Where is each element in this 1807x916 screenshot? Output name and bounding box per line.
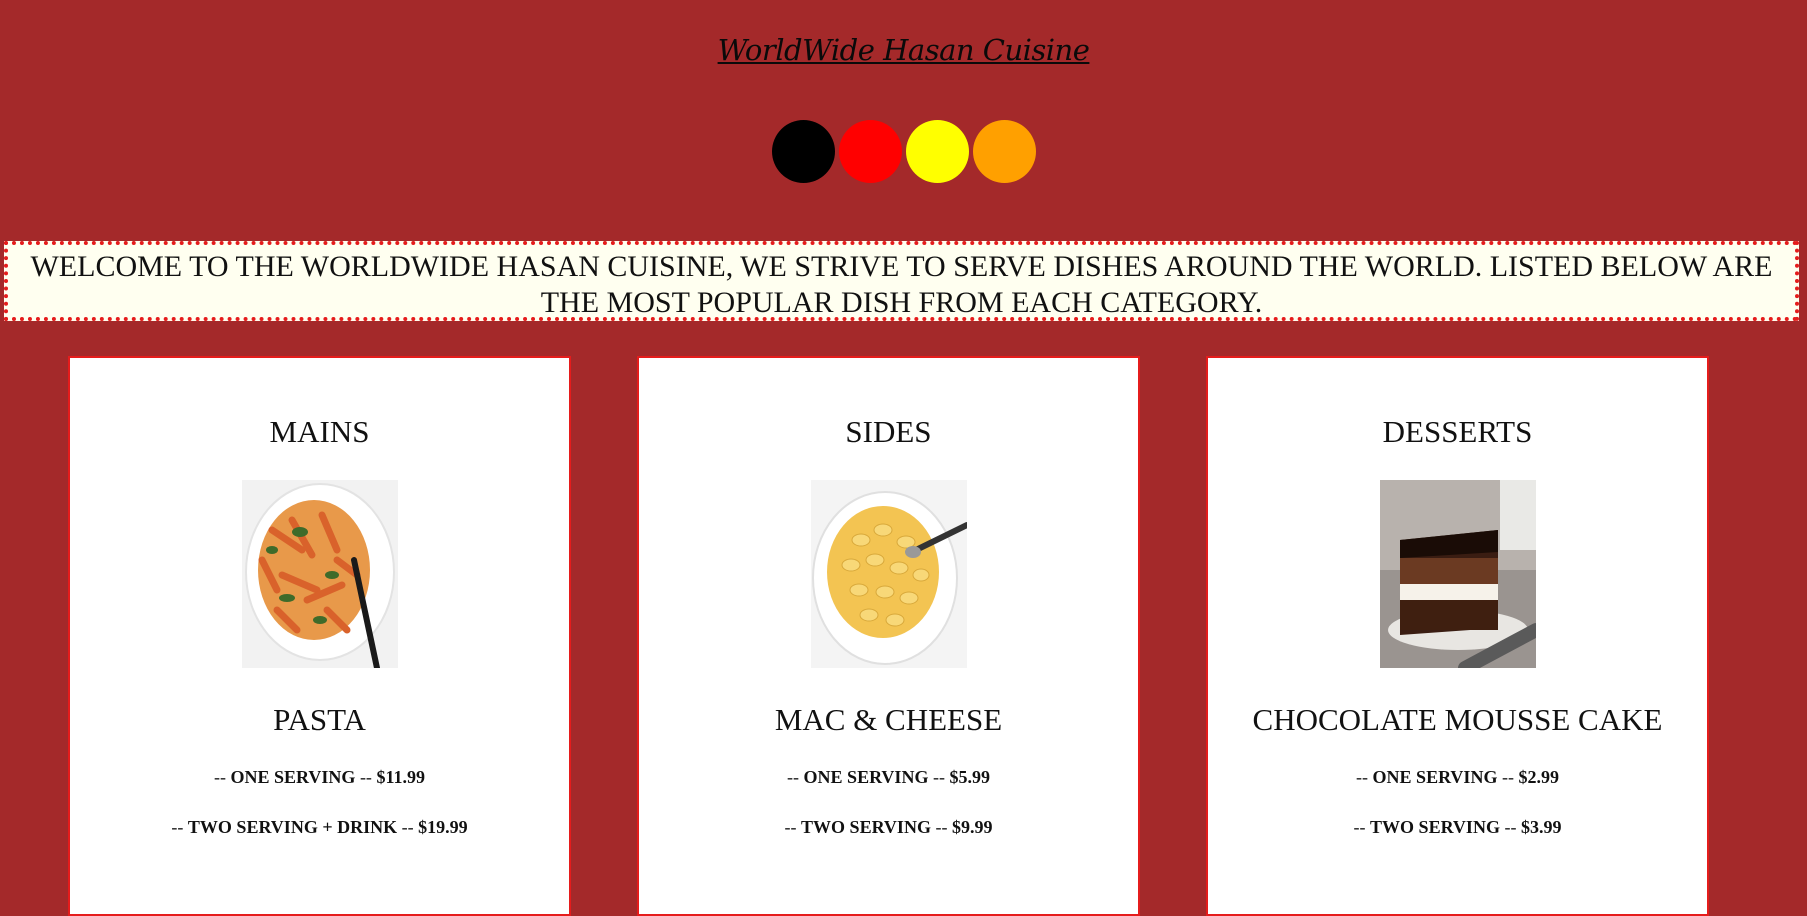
red-dot <box>838 120 902 183</box>
menu-cards: MAINS PASTA -- ONE SERVING -- $11.99 -- … <box>68 356 1709 916</box>
site-title: WorldWide Hasan Cuisine <box>717 33 1090 67</box>
color-dots <box>0 120 1807 183</box>
orange-dot <box>972 120 1036 183</box>
dish-name: PASTA <box>273 702 366 737</box>
price-line: -- ONE SERVING -- $5.99 <box>787 767 990 787</box>
yellow-dot <box>905 120 969 183</box>
pasta-image <box>241 480 398 668</box>
price-line: -- TWO SERVING + DRINK -- $19.99 <box>171 817 468 837</box>
black-dot <box>771 120 835 183</box>
price-line: -- ONE SERVING -- $2.99 <box>1356 767 1559 787</box>
menu-card-sides: SIDES MAC & CHEESE -- ONE SERVING -- $5.… <box>637 356 1140 916</box>
mac-and-cheese-image <box>810 480 967 668</box>
price-line: -- TWO SERVING -- $3.99 <box>1353 817 1562 837</box>
menu-card-desserts: DESSERTS CHOCOLATE MOUSSE CAKE -- ONE SE… <box>1206 356 1709 916</box>
card-category: MAINS <box>269 414 370 449</box>
dish-name: MAC & CHEESE <box>774 702 1003 737</box>
card-category: SIDES <box>845 414 932 449</box>
menu-card-mains: MAINS PASTA -- ONE SERVING -- $11.99 -- … <box>68 356 571 916</box>
price-line: -- ONE SERVING -- $11.99 <box>214 767 425 787</box>
welcome-banner: WELCOME TO THE WORLDWIDE HASAN CUISINE, … <box>4 241 1799 321</box>
chocolate-mousse-cake-image <box>1379 480 1536 668</box>
price-line: -- TWO SERVING -- $9.99 <box>784 817 993 837</box>
dish-name: CHOCOLATE MOUSSE CAKE <box>1252 702 1663 737</box>
card-category: DESSERTS <box>1382 414 1533 449</box>
